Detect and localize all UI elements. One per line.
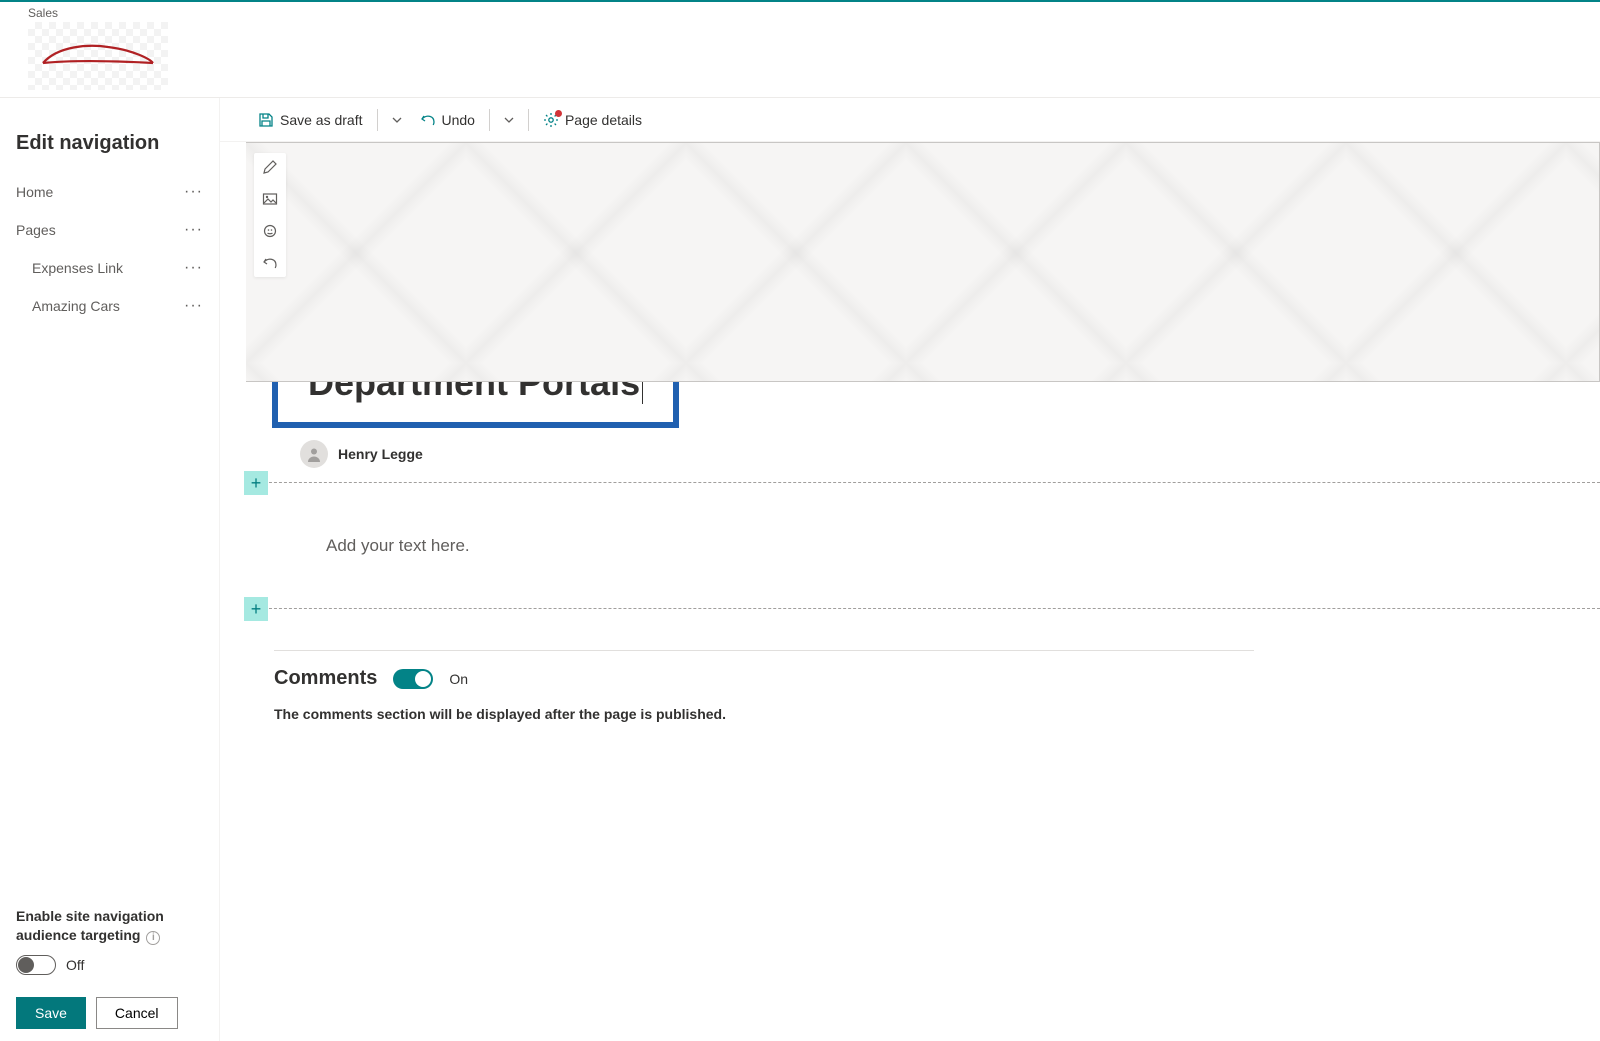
undo-icon [420, 112, 436, 128]
notification-dot [555, 110, 562, 117]
nav-item-home[interactable]: Home ··· [16, 173, 209, 211]
audience-targeting-toggle[interactable] [16, 955, 56, 975]
more-icon[interactable]: ··· [178, 259, 209, 277]
info-icon[interactable]: i [146, 931, 160, 945]
hero-toolbar [254, 153, 286, 277]
author-name: Henry Legge [338, 446, 423, 462]
save-as-draft-button[interactable]: Save as draft [250, 104, 371, 136]
comments-toggle[interactable] [393, 669, 433, 689]
author-row[interactable]: Henry Legge [300, 440, 1600, 468]
edit-navigation-panel: Edit navigation Home ··· Pages ··· Expen… [0, 98, 220, 1041]
nav-item-amazing-cars[interactable]: Amazing Cars ··· [16, 287, 209, 325]
nav-item-label: Expenses Link [16, 260, 178, 276]
undo-button[interactable]: Undo [412, 104, 483, 136]
chevron-down-icon [392, 115, 402, 125]
separator [377, 109, 378, 131]
cancel-button[interactable]: Cancel [96, 997, 178, 1029]
nav-item-expenses-link[interactable]: Expenses Link ··· [16, 249, 209, 287]
section-divider: + [244, 482, 1600, 506]
reset-icon[interactable] [260, 253, 280, 273]
audience-targeting-label: Enable site navigation audience targetin… [16, 907, 209, 945]
page-details-button[interactable]: Page details [535, 104, 650, 136]
page-editor: Save as draft Undo [220, 98, 1600, 1041]
nav-item-label: Pages [16, 222, 178, 238]
separator [489, 109, 490, 131]
nav-item-label: Amazing Cars [16, 298, 178, 314]
add-section-button[interactable]: + [244, 597, 268, 621]
separator [528, 109, 529, 131]
edit-icon[interactable] [260, 157, 280, 177]
sidebar-title: Edit navigation [16, 132, 209, 155]
site-logo[interactable] [28, 22, 168, 90]
focal-point-icon[interactable] [260, 221, 280, 241]
nav-list: Home ··· Pages ··· Expenses Link ··· Ama… [16, 173, 209, 907]
comments-note: The comments section will be displayed a… [274, 706, 1600, 722]
cmd-label: Undo [442, 112, 475, 128]
cmd-label: Save as draft [280, 112, 363, 128]
nav-item-pages[interactable]: Pages ··· [16, 211, 209, 249]
save-draft-chevron[interactable] [384, 104, 410, 136]
text-webpart-placeholder[interactable]: Add your text here. [270, 506, 1600, 594]
image-icon[interactable] [260, 189, 280, 209]
car-logo-icon [38, 41, 158, 71]
gear-icon [543, 112, 559, 128]
site-header: Sales [0, 2, 1600, 98]
canvas: Department Portals Henry Legge + Add you… [220, 142, 1600, 1041]
hero-banner[interactable] [246, 142, 1600, 382]
more-icon[interactable]: ··· [178, 183, 209, 201]
save-button[interactable]: Save [16, 997, 86, 1029]
section-divider: + [244, 608, 1600, 632]
comments-heading: Comments [274, 667, 377, 690]
command-bar: Save as draft Undo [220, 98, 1600, 142]
audience-targeting-state: Off [66, 957, 84, 973]
more-icon[interactable]: ··· [178, 297, 209, 315]
cmd-label: Page details [565, 112, 642, 128]
avatar-icon [300, 440, 328, 468]
chevron-down-icon [504, 115, 514, 125]
comments-toggle-state: On [449, 671, 468, 687]
save-icon [258, 112, 274, 128]
undo-chevron[interactable] [496, 104, 522, 136]
more-icon[interactable]: ··· [178, 221, 209, 239]
nav-item-label: Home [16, 184, 178, 200]
site-label: Sales [28, 6, 1572, 20]
add-section-button[interactable]: + [244, 471, 268, 495]
